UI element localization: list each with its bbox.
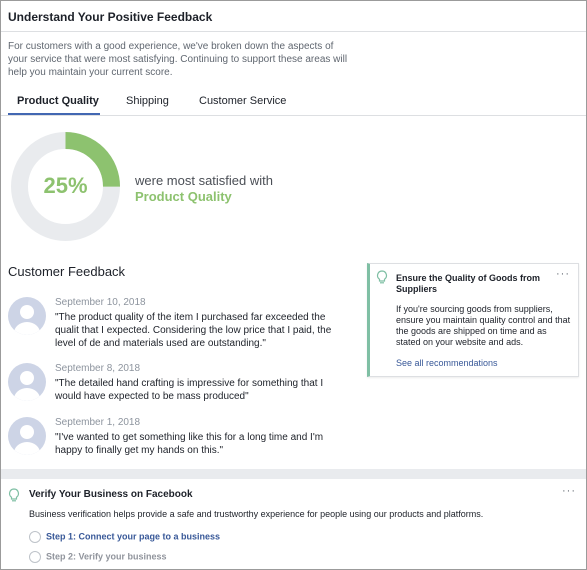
customer-feedback-title: Customer Feedback	[8, 264, 126, 279]
tab-shipping[interactable]: Shipping	[126, 95, 169, 107]
see-all-recommendations-link[interactable]: See all recommendations	[396, 358, 498, 368]
avatar	[8, 417, 46, 455]
recommendation-body: If you're sourcing goods from suppliers,…	[396, 304, 571, 347]
intro-text: For customers with a good experience, we…	[8, 41, 348, 78]
feedback-text: "The detailed hand crafting is impressiv…	[55, 378, 324, 402]
tab-customer-service[interactable]: Customer Service	[199, 95, 286, 107]
step-verify-business[interactable]: Step 2: Verify your business	[29, 551, 167, 563]
verify-description: Business verification helps provide a sa…	[29, 509, 484, 519]
satisfaction-percent: 25%	[43, 173, 88, 198]
step-radio[interactable]	[29, 531, 41, 543]
window-frame: Understand Your Positive Feedback For cu…	[0, 0, 587, 570]
lightbulb-icon	[376, 270, 388, 284]
active-tab-indicator	[8, 113, 100, 115]
avatar	[8, 297, 46, 335]
verify-business-card: Verify Your Business on Facebook ··· Bus…	[1, 479, 586, 569]
avatar	[8, 363, 46, 401]
person-icon	[14, 371, 40, 401]
positive-feedback-card: Understand Your Positive Feedback For cu…	[1, 1, 586, 469]
card-separator	[1, 469, 586, 479]
feedback-date: September 1, 2018	[55, 417, 141, 428]
feedback-text: "The product quality of the item I purch…	[55, 312, 332, 349]
card-title: Understand Your Positive Feedback	[8, 10, 213, 24]
satisfied-aspect: Product Quality	[135, 189, 232, 204]
more-options-icon[interactable]: ···	[556, 268, 570, 280]
step-radio[interactable]	[29, 551, 41, 563]
tab-bar: Product Quality Shipping Customer Servic…	[1, 89, 586, 116]
satisfied-with-text: were most satisfied with	[135, 173, 273, 188]
more-options-icon[interactable]: ···	[562, 485, 576, 497]
verify-title: Verify Your Business on Facebook	[29, 489, 193, 500]
feedback-date: September 8, 2018	[55, 363, 141, 374]
lightbulb-icon	[8, 488, 20, 502]
feedback-date: September 10, 2018	[55, 297, 146, 308]
card-header: Understand Your Positive Feedback	[1, 1, 586, 32]
step-connect-page[interactable]: Step 1: Connect your page to a business	[29, 531, 220, 543]
person-icon	[14, 425, 40, 455]
person-icon	[14, 305, 40, 335]
step-label: Step 1: Connect your page to a business	[46, 531, 221, 542]
tab-product-quality[interactable]: Product Quality	[17, 95, 99, 107]
step-label: Step 2: Verify your business	[46, 551, 167, 562]
recommendation-card: Ensure the Quality of Goods from Supplie…	[367, 263, 579, 377]
feedback-text: "I've wanted to get something like this …	[55, 432, 324, 456]
recommendation-title: Ensure the Quality of Goods from Supplie…	[396, 273, 541, 294]
